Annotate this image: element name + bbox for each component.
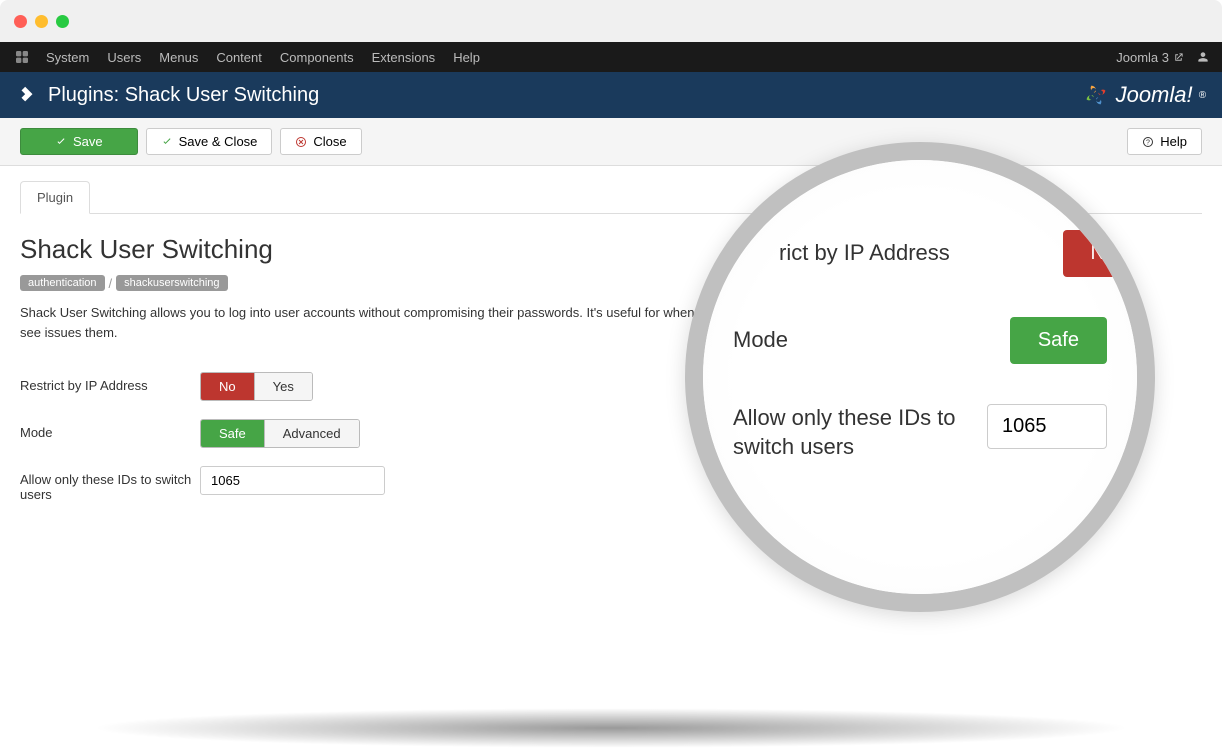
restrict-toggle: No Yes (200, 372, 313, 401)
badge-separator: / (109, 276, 113, 291)
mag-row-mode: Mode Safe (733, 317, 1107, 364)
nav-item-components[interactable]: Components (280, 50, 354, 65)
nav-item-help[interactable]: Help (453, 50, 480, 65)
nav-items: System Users Menus Content Components Ex… (46, 50, 480, 65)
badge-plugin-name: shackuserswitching (116, 275, 227, 291)
help-button[interactable]: ? Help (1127, 128, 1202, 155)
admin-top-nav: System Users Menus Content Components Ex… (0, 42, 1222, 72)
site-link[interactable]: Joomla 3 (1116, 50, 1184, 65)
nav-item-menus[interactable]: Menus (159, 50, 198, 65)
mac-window-chrome (0, 0, 1222, 42)
mag-row-restrict: rict by IP Address N (779, 230, 1153, 277)
external-link-icon (1173, 52, 1184, 63)
joomla-nav-icon[interactable] (12, 47, 32, 67)
save-label: Save (73, 134, 103, 149)
page-title-bar: Plugins: Shack User Switching Joomla!® (0, 72, 1222, 118)
restrict-no-button[interactable]: No (201, 373, 254, 400)
help-label: Help (1160, 134, 1187, 149)
mode-toggle: Safe Advanced (200, 419, 360, 448)
mode-safe-button[interactable]: Safe (201, 420, 264, 447)
mode-label: Mode (20, 419, 200, 440)
mac-close-button[interactable] (14, 15, 27, 28)
nav-item-users[interactable]: Users (107, 50, 141, 65)
tab-plugin[interactable]: Plugin (20, 181, 90, 214)
page-title: Plugins: Shack User Switching (48, 84, 319, 107)
user-icon[interactable] (1196, 50, 1210, 64)
save-close-button[interactable]: Save & Close (146, 128, 273, 155)
mode-advanced-button[interactable]: Advanced (265, 420, 359, 447)
help-icon: ? (1142, 136, 1154, 148)
magnifier-overlay: rict by IP Address N Mode Safe Allow onl… (685, 142, 1155, 612)
plugin-icon (16, 84, 38, 106)
check-icon (161, 136, 173, 148)
site-link-label: Joomla 3 (1116, 50, 1169, 65)
joomla-logo-icon (1082, 81, 1110, 109)
ids-input[interactable] (200, 466, 385, 495)
joomla-brand: Joomla!® (1082, 81, 1206, 109)
nav-item-extensions[interactable]: Extensions (372, 50, 436, 65)
mag-mode-label: Mode (733, 326, 1010, 355)
restrict-label: Restrict by IP Address (20, 372, 200, 393)
close-label: Close (313, 134, 346, 149)
bottom-shadow (90, 708, 1132, 748)
mac-zoom-button[interactable] (56, 15, 69, 28)
action-toolbar: Save Save & Close Close ? Help (0, 118, 1222, 166)
restrict-yes-button[interactable]: Yes (255, 373, 312, 400)
plugin-description: Shack User Switching allows you to log i… (20, 303, 780, 342)
save-close-label: Save & Close (179, 134, 258, 149)
badge-authentication: authentication (20, 275, 105, 291)
nav-item-content[interactable]: Content (216, 50, 262, 65)
mag-ids-label: Allow only these IDs to switch users (733, 404, 987, 461)
ids-label: Allow only these IDs to switch users (20, 466, 200, 502)
check-icon (55, 136, 67, 148)
close-button[interactable]: Close (280, 128, 361, 155)
mac-minimize-button[interactable] (35, 15, 48, 28)
svg-text:?: ? (1146, 139, 1150, 146)
nav-item-system[interactable]: System (46, 50, 89, 65)
brand-text: Joomla! (1116, 82, 1193, 108)
mag-row-ids: Allow only these IDs to switch users (733, 404, 1107, 461)
mag-restrict-label: rict by IP Address (779, 239, 1063, 268)
cancel-icon (295, 136, 307, 148)
save-button[interactable]: Save (20, 128, 138, 155)
mag-mode-safe[interactable]: Safe (1010, 317, 1107, 364)
mag-ids-input[interactable] (987, 404, 1107, 449)
mag-restrict-no[interactable]: N (1063, 230, 1133, 277)
